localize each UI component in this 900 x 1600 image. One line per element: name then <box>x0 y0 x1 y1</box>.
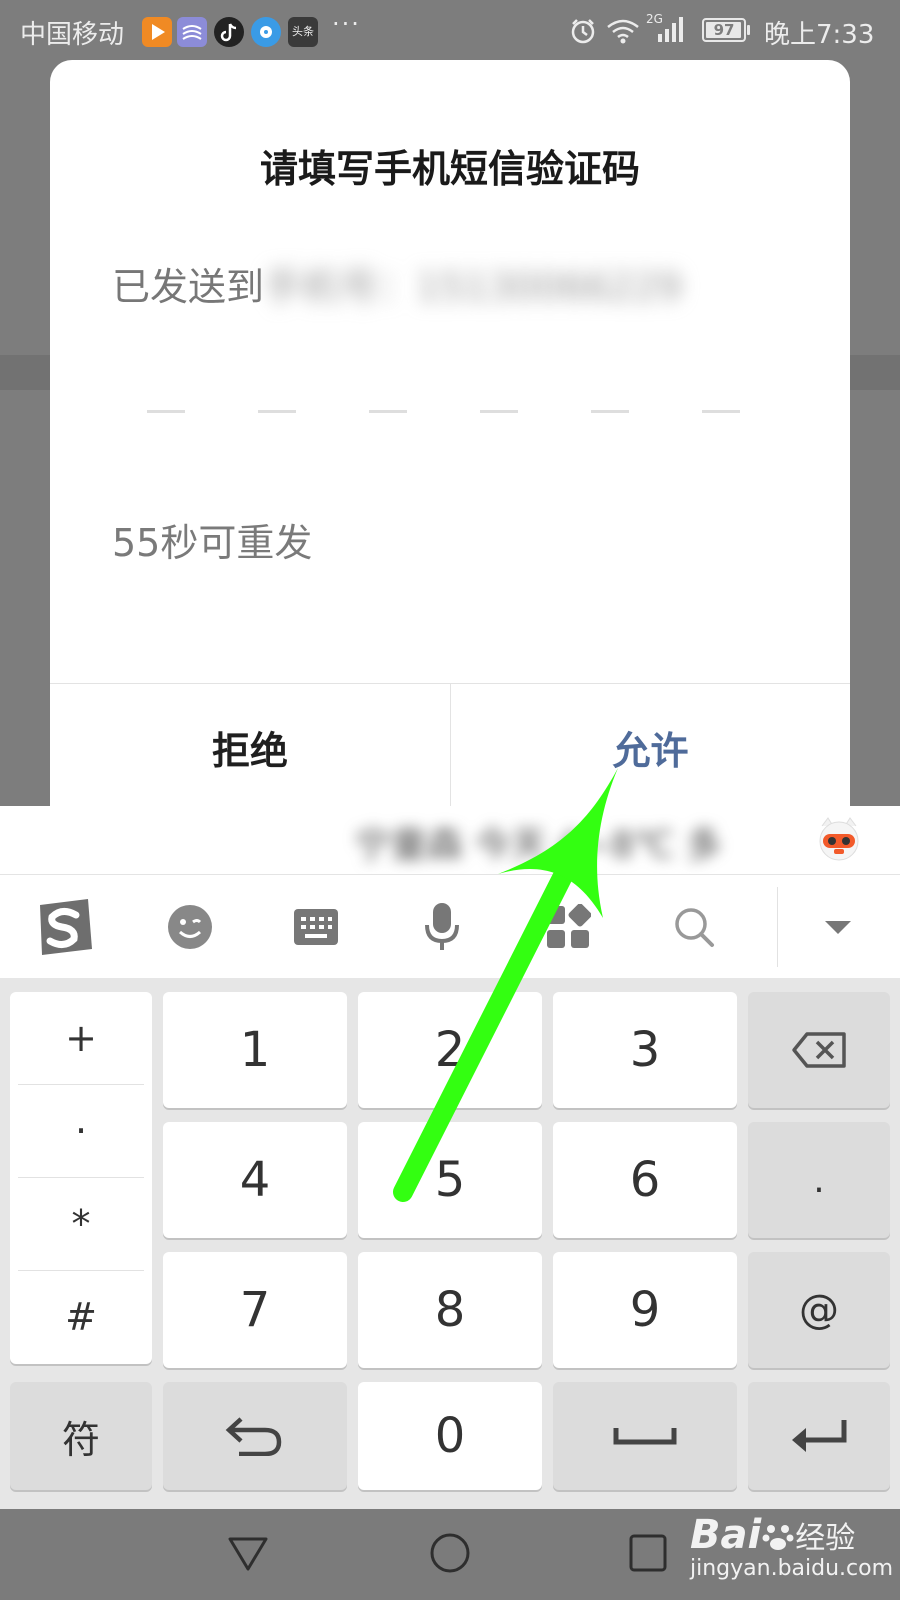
space-icon <box>613 1428 677 1445</box>
sent-to-message: 已发送到手机号：15130066229 <box>112 256 682 311</box>
carrier-label: 中国移动 <box>20 20 125 50</box>
symbol-column: + · * # <box>10 992 152 1364</box>
numeric-keyboard: + · * # 1 2 3 4 5 6 . 7 8 9 @ 符 0 <box>0 978 900 1509</box>
symbols-key[interactable]: 符 <box>10 1382 152 1490</box>
key-9[interactable]: 9 <box>553 1252 737 1368</box>
candidate-suggestion[interactable]: 宁童森 今天 4~8℃ 多 <box>355 816 722 868</box>
dialog-title: 请填写手机短信验证码 <box>259 147 640 191</box>
symbol-asterisk-key[interactable]: * <box>10 1178 152 1270</box>
return-key[interactable] <box>163 1382 347 1490</box>
symbol-dot-key[interactable]: · <box>10 1085 152 1177</box>
home-icon[interactable] <box>428 1531 472 1575</box>
backspace-key[interactable] <box>748 992 890 1108</box>
tiktok-icon <box>214 17 244 47</box>
undo-icon <box>225 1417 282 1456</box>
watermark-brand-tail: 经验 <box>795 1521 856 1556</box>
key-8[interactable]: 8 <box>358 1252 542 1368</box>
code-digit-slot[interactable] <box>702 410 740 413</box>
key-1[interactable]: 1 <box>163 992 347 1108</box>
battery-tip <box>747 25 750 35</box>
watermark-url: jingyan.baidu.com <box>690 1556 894 1581</box>
microphone-icon[interactable] <box>392 875 492 979</box>
keyboard-toolbar <box>0 874 900 979</box>
period-key[interactable]: . <box>748 1122 890 1238</box>
baidu-watermark: Bai 经验 <box>690 1512 855 1558</box>
status-bar: 中国移动 头条 ··· 2G 97 晚上7:33 <box>0 0 900 62</box>
symbol-plus-key[interactable]: + <box>10 992 152 1084</box>
space-key[interactable] <box>553 1382 737 1490</box>
alarm-icon <box>571 19 595 44</box>
wifi-icon <box>607 19 639 44</box>
enter-icon <box>792 1420 847 1452</box>
emoji-icon[interactable] <box>140 875 240 979</box>
recents-icon[interactable] <box>628 1533 668 1573</box>
sogou-logo-icon[interactable] <box>14 875 114 979</box>
deny-button[interactable]: 拒绝 <box>50 684 450 810</box>
watermark-brand: Bai <box>690 1512 762 1558</box>
code-digit-slot[interactable] <box>591 410 629 413</box>
key-7[interactable]: 7 <box>163 1252 347 1368</box>
video-app-icon <box>142 17 172 47</box>
code-digit-slot[interactable] <box>147 410 185 413</box>
baidu-paw-icon <box>762 1525 794 1550</box>
apps-grid-icon[interactable] <box>518 875 618 979</box>
battery-percent: 97 <box>713 21 735 39</box>
at-key[interactable]: @ <box>748 1252 890 1368</box>
key-3[interactable]: 3 <box>553 992 737 1108</box>
code-digit-slot[interactable] <box>258 410 296 413</box>
sogou-mascot-icon[interactable] <box>816 816 862 862</box>
key-4[interactable]: 4 <box>163 1122 347 1238</box>
key-5[interactable]: 5 <box>358 1122 542 1238</box>
key-6[interactable]: 6 <box>553 1122 737 1238</box>
keyboard-icon[interactable] <box>266 875 366 979</box>
key-2[interactable]: 2 <box>358 992 542 1108</box>
keyboard-candidate-bar: 宁童森 今天 4~8℃ 多 <box>0 806 900 874</box>
music-app-icon <box>251 17 281 47</box>
clock-time: 晚上7:33 <box>764 20 875 50</box>
backspace-icon <box>792 1032 846 1068</box>
sms-verification-dialog: 请填写手机短信验证码 已发送到手机号：15130066229 55秒可重发 拒绝… <box>50 60 850 810</box>
weather-app-icon <box>177 17 207 47</box>
toutiao-icon: 头条 <box>288 17 318 47</box>
resend-countdown: 55秒可重发 <box>112 521 313 565</box>
battery-icon: 97 <box>702 18 746 42</box>
search-icon[interactable] <box>644 875 744 979</box>
allow-button[interactable]: 允许 <box>451 684 850 810</box>
sent-to-phone-number: 手机号：15130066229 <box>264 265 682 309</box>
back-icon[interactable] <box>226 1531 270 1575</box>
code-digit-slot[interactable] <box>369 410 407 413</box>
enter-key[interactable] <box>748 1382 890 1490</box>
code-digit-slot[interactable] <box>480 410 518 413</box>
collapse-icon[interactable] <box>788 875 888 979</box>
more-notifications-icon: ··· <box>332 10 361 38</box>
key-0[interactable]: 0 <box>358 1382 542 1490</box>
signal-icon <box>658 17 683 42</box>
symbol-hash-key[interactable]: # <box>10 1271 152 1363</box>
sent-to-prefix: 已发送到 <box>112 265 265 309</box>
toolbar-divider <box>777 887 778 967</box>
